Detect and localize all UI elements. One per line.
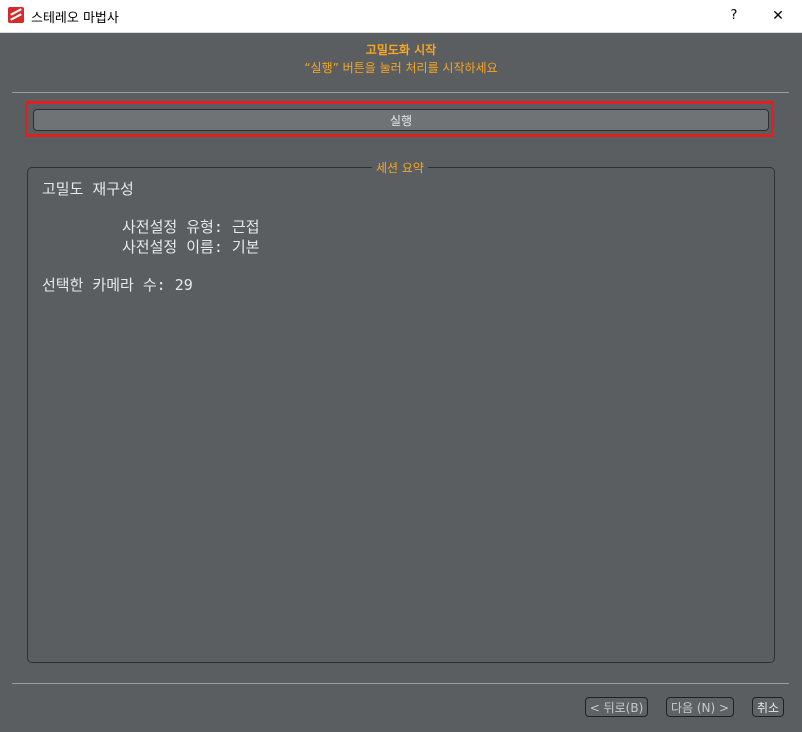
cancel-button[interactable]: 취소 xyxy=(752,697,784,717)
summary-camera-count: 선택한 카메라 수: 29 xyxy=(42,276,193,294)
summary-preset-name: 사전설정 이름: 기본 xyxy=(122,238,260,256)
app-logo-icon xyxy=(8,7,24,23)
next-button[interactable]: 다음 (N) > xyxy=(666,697,734,717)
close-button[interactable]: ✕ xyxy=(756,0,800,31)
session-summary-legend: 세션 요약 xyxy=(372,159,428,176)
footer-divider xyxy=(12,683,789,684)
close-icon: ✕ xyxy=(772,7,784,24)
header-divider xyxy=(12,92,789,93)
help-button[interactable]: ? xyxy=(712,0,756,31)
page-subtitle: “실행” 버튼을 눌러 처리를 시작하세요 xyxy=(304,61,498,75)
page-title: 고밀도화 시작 xyxy=(365,43,437,57)
title-bar: 스테레오 마법사 ? ✕ xyxy=(0,0,802,33)
window-title: 스테레오 마법사 xyxy=(31,11,119,26)
summary-heading: 고밀도 재구성 xyxy=(42,180,134,198)
back-button[interactable]: < 뒤로(B) xyxy=(585,697,648,717)
summary-preset-type: 사전설정 유형: 근접 xyxy=(122,218,260,236)
run-button[interactable]: 실행 xyxy=(33,109,769,131)
